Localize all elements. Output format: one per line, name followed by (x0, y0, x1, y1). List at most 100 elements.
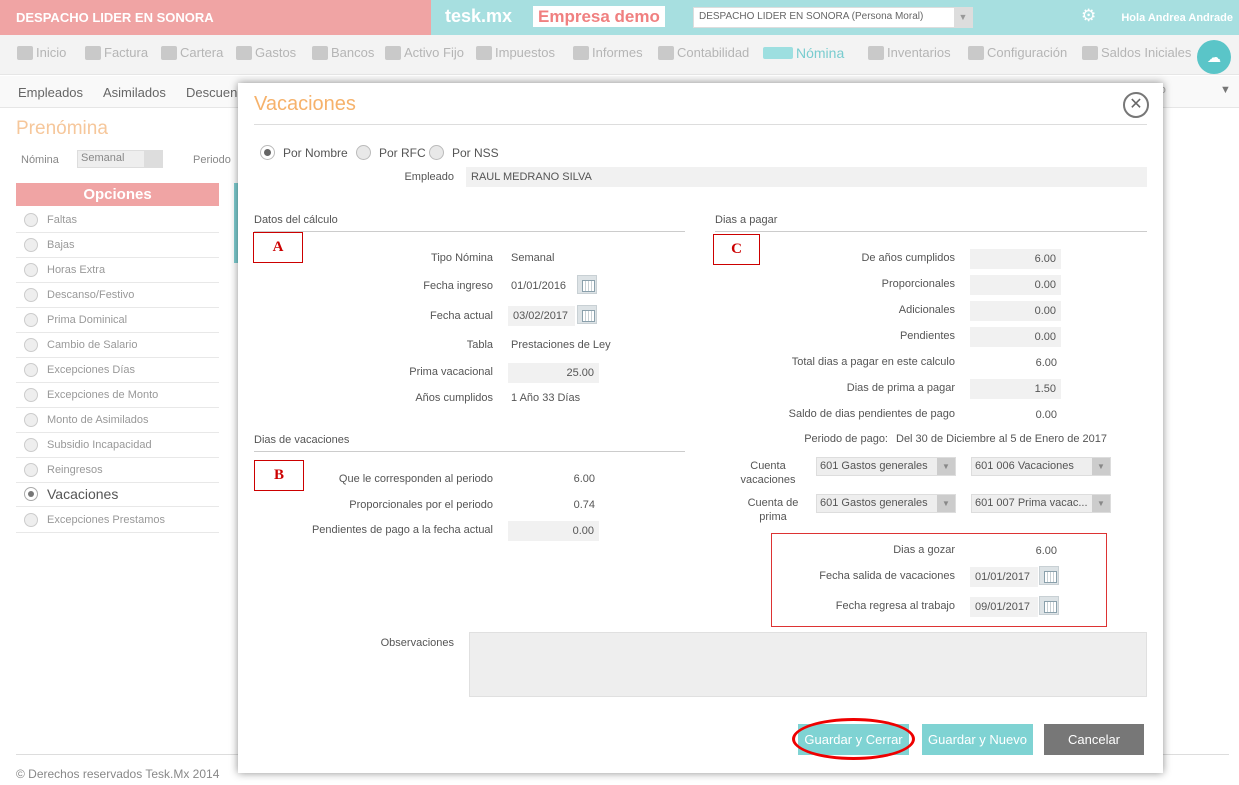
opcion-item[interactable]: Bajas (16, 233, 219, 258)
opcion-item[interactable]: Cambio de Salario (16, 333, 219, 358)
total-dias-value: 6.00 (1035, 357, 1057, 369)
main-nav: Inicio Factura Cartera Gastos Bancos Act… (0, 35, 1239, 75)
opcion-item[interactable]: Vacaciones (16, 481, 219, 507)
calendar-icon[interactable] (1039, 596, 1059, 615)
opcion-item[interactable]: Descanso/Festivo (16, 283, 219, 308)
radio-por-rfc[interactable]: Por RFC (356, 145, 426, 160)
calendar-icon[interactable] (577, 275, 597, 294)
tipo-nomina-value: Semanal (511, 252, 555, 264)
dias-prima-field[interactable]: 1.50 (970, 379, 1061, 399)
prima-vacacional-field[interactable]: 25.00 (508, 363, 599, 383)
periodo-pago-label: Periodo de pago: (804, 433, 888, 445)
cuenta-prima-select-2[interactable]: 601 007 Prima vacac... ▼ (971, 494, 1111, 513)
marker-c: C (713, 234, 760, 265)
cloud-brain-icon[interactable]: ☁ (1197, 40, 1231, 74)
radio-por-nombre[interactable]: Por Nombre (260, 145, 348, 160)
nav-factura[interactable]: Factura (85, 45, 148, 60)
cuenta-prima-select-1[interactable]: 601 Gastos generales ▼ (816, 494, 956, 513)
fecha-ingreso-value: 01/01/2016 (511, 280, 567, 292)
radio-circle (24, 486, 38, 501)
opcion-item[interactable]: Excepciones Prestamos (16, 508, 219, 533)
radio-por-nss[interactable]: Por NSS (429, 145, 499, 160)
nav-inicio[interactable]: Inicio (17, 45, 66, 60)
subnav-empleados[interactable]: Empleados (18, 85, 83, 100)
observaciones-field[interactable] (469, 632, 1147, 697)
pagar-anios-field[interactable]: 6.00 (970, 249, 1061, 269)
opcion-item[interactable]: Excepciones de Monto (16, 383, 219, 408)
pagar-adicionales-field[interactable]: 0.00 (970, 301, 1061, 321)
opcion-item[interactable]: Reingresos (16, 458, 219, 483)
company-select[interactable]: DESPACHO LIDER EN SONORA (Persona Moral)… (693, 7, 973, 28)
pagar-pendientes-label: Pendientes (899, 330, 955, 342)
proporcionales-value: 0.74 (573, 499, 595, 511)
opcion-item[interactable]: Prima Dominical (16, 308, 219, 333)
radio-circle (24, 363, 38, 377)
select-value: 601 Gastos generales (820, 460, 928, 472)
anios-cumplidos-value: 1 Año 33 Días (511, 392, 581, 404)
radio-circle (356, 145, 371, 160)
opcion-item[interactable]: Subsidio Incapacidad (16, 433, 219, 458)
calendar-icon[interactable] (1039, 566, 1059, 585)
cuenta-prima-label: Cuenta de prima (747, 497, 799, 523)
top-bar: DESPACHO LIDER EN SONORA tesk.mx Empresa… (0, 0, 1239, 35)
nav-label: Nómina (796, 45, 845, 61)
nav-informes[interactable]: Informes (573, 45, 643, 60)
footer-copyright: © Derechos reservados Tesk.Mx 2014 (16, 767, 220, 781)
nav-cartera[interactable]: Cartera (161, 45, 223, 60)
saldo-pendientes-value: 0.00 (1035, 409, 1057, 421)
nav-inventarios[interactable]: Inventarios (868, 45, 951, 60)
subnav-descuentos[interactable]: Descuen (186, 85, 237, 100)
calendar-icon[interactable] (577, 305, 597, 324)
chevron-down-icon (144, 151, 162, 167)
gear-icon[interactable]: ⚙ (1081, 6, 1099, 25)
cancel-button[interactable]: Cancelar (1044, 724, 1144, 755)
empleado-field[interactable]: RAUL MEDRANO SILVA (466, 167, 1147, 187)
subnav-asimilados[interactable]: Asimilados (103, 85, 166, 100)
nav-label: Activo Fijo (404, 45, 464, 60)
brand-logo[interactable]: tesk.mx (445, 6, 512, 27)
radio-circle (24, 463, 38, 477)
fecha-salida-field[interactable]: 01/01/2017 (970, 567, 1038, 587)
opcion-item[interactable]: Excepciones Días (16, 358, 219, 383)
chevron-down-icon: ▼ (954, 8, 972, 27)
divider (254, 451, 685, 452)
opcion-label: Vacaciones (47, 485, 119, 502)
nav-nomina[interactable]: Nómina (763, 45, 844, 61)
fecha-actual-field[interactable]: 03/02/2017 (508, 306, 575, 326)
page-title: Prenómina (16, 118, 108, 139)
radio-circle (24, 313, 38, 327)
nomina-select[interactable]: Semanal (77, 150, 163, 168)
opcion-item[interactable]: Horas Extra (16, 258, 219, 283)
nav-bancos[interactable]: Bancos (312, 45, 374, 60)
radio-circle (260, 145, 275, 160)
user-greeting[interactable]: Hola Andrea Andrade (1121, 12, 1233, 24)
dias-prima-label: Dias de prima a pagar (846, 382, 955, 394)
nav-label: Contabilidad (677, 45, 750, 60)
cuenta-vacaciones-select-2[interactable]: 601 006 Vacaciones ▼ (971, 457, 1111, 476)
wallet-icon (161, 45, 177, 60)
pagar-proporcionales-field[interactable]: 0.00 (970, 275, 1061, 295)
close-icon[interactable]: ✕ (1123, 92, 1149, 118)
radio-circle (24, 388, 38, 402)
nav-configuracion[interactable]: Configuración (968, 45, 1067, 60)
nav-gastos[interactable]: Gastos (236, 45, 296, 60)
nav-activo-fijo[interactable]: Activo Fijo (385, 45, 464, 60)
radio-label: Por NSS (452, 145, 499, 160)
cuenta-vacaciones-select-1[interactable]: 601 Gastos generales ▼ (816, 457, 956, 476)
opcion-label: Monto de Asimilados (47, 414, 149, 426)
corresponden-value: 6.00 (573, 473, 595, 485)
guardar-nuevo-button[interactable]: Guardar y Nuevo (922, 724, 1033, 755)
nav-saldos-iniciales[interactable]: Saldos Iniciales (1082, 45, 1191, 60)
modal-title: Vacaciones (254, 93, 356, 115)
nav-contabilidad[interactable]: Contabilidad (658, 45, 749, 60)
opcion-item[interactable]: Monto de Asimilados (16, 408, 219, 433)
opcion-label: Excepciones Días (47, 364, 136, 376)
saldo-pendientes-label: Saldo de dias pendientes de pago (788, 408, 955, 420)
pendientes-fecha-field[interactable]: 0.00 (508, 521, 599, 541)
cart-icon (236, 45, 252, 60)
nav-impuestos[interactable]: Impuestos (476, 45, 555, 60)
opcion-item[interactable]: Faltas (16, 208, 219, 233)
section-datos-calculo: Datos del cálculo (254, 214, 338, 226)
fecha-regresa-field[interactable]: 09/01/2017 (970, 597, 1038, 617)
pagar-pendientes-field[interactable]: 0.00 (970, 327, 1061, 347)
